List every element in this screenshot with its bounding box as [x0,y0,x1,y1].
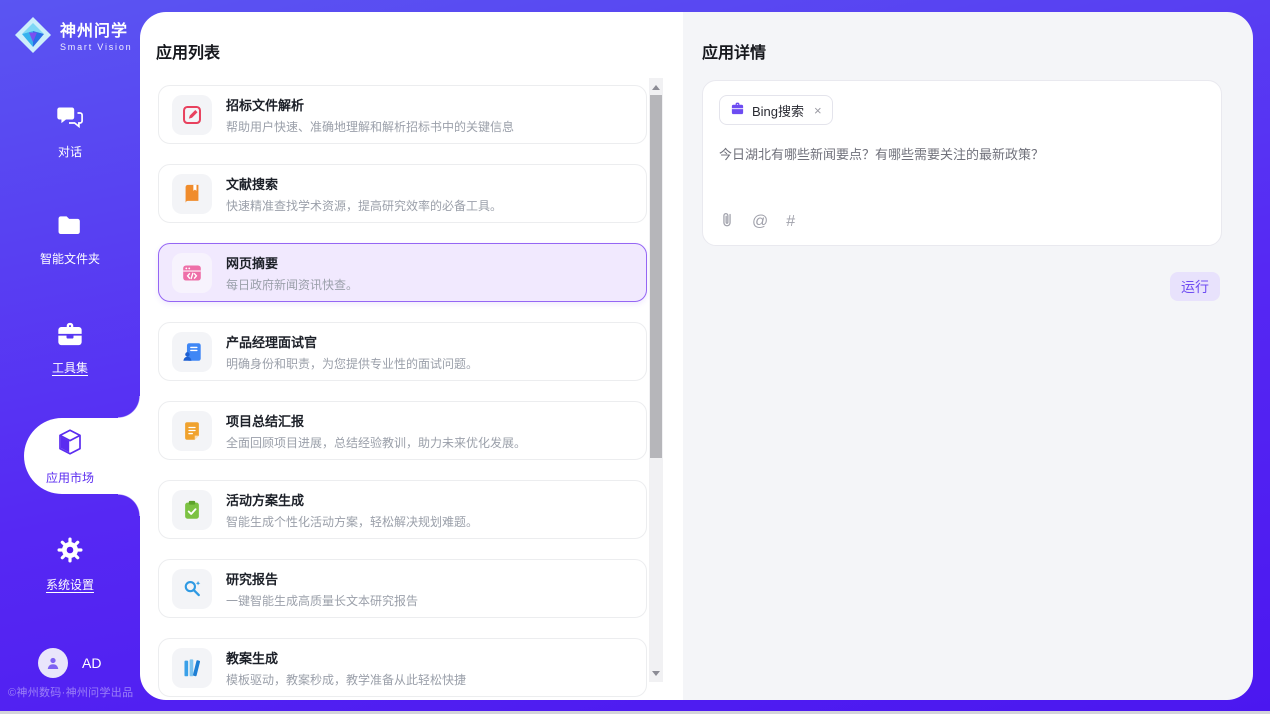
sidebar-item-settings[interactable]: 系统设置 [0,528,140,600]
content-area: 应用列表 招标文件解析 帮助用户快速、准确地理解和解析招标书中的关键信息 [140,12,1253,700]
app-name: 招标文件解析 [226,95,514,114]
hashtag-icon[interactable]: # [786,214,795,230]
user-initials: AD [82,655,101,671]
attachment-toolbar: @ # [720,211,795,233]
app-detail-panel: 应用详情 Bing搜索 × 今日湖北有哪些新闻要点？有哪些需要关注的最新政策？ [683,12,1253,700]
folder-icon [56,214,84,241]
scroll-down-arrow[interactable] [649,666,663,680]
cube-icon [55,427,85,460]
sidebar-nav: 对话 智能文件夹 工具集 [0,96,140,636]
app-card-event-plan[interactable]: 活动方案生成 智能生成个性化活动方案，轻松解决规划难题。 [158,480,647,539]
app-desc: 智能生成个性化活动方案，轻松解决规划难题。 [226,513,478,530]
app-window: 神州问学 Smart Vision 对话 [0,0,1270,714]
clipboard-check-icon [172,490,212,530]
person-doc-icon [172,332,212,372]
app-card-web-summary[interactable]: 网页摘要 每日政府新闻资讯快查。 [158,243,647,302]
copyright-text: ©神州数码·神州问学出品 [8,684,133,700]
app-card-lesson-plan[interactable]: 教案生成 模板驱动，教案秒成，教学准备从此轻松快捷 [158,638,647,697]
sidebar-item-toolset[interactable]: 工具集 [0,312,140,384]
mention-icon[interactable]: @ [752,214,768,230]
sidebar-item-label: 工具集 [52,359,88,376]
app-desc: 每日政府新闻资讯快查。 [226,276,358,293]
app-card-pm-interviewer[interactable]: 产品经理面试官 明确身份和职责，为您提供专业性的面试问题。 [158,322,647,381]
app-desc: 明确身份和职责，为您提供专业性的面试问题。 [226,355,478,372]
books-icon [172,648,212,688]
book-icon [172,174,212,214]
tool-chip-label: Bing搜索 [752,101,804,120]
user-avatar-icon [38,648,68,678]
toolbox-icon [56,321,84,350]
note-icon [172,411,212,451]
gear-icon [56,536,84,567]
app-list-title: 应用列表 [156,39,220,63]
brand-logo: 神州问学 Smart Vision [13,15,132,60]
app-desc: 帮助用户快速、准确地理解和解析招标书中的关键信息 [226,118,514,135]
app-desc: 快速精准查找学术资源，提高研究效率的必备工具。 [226,197,502,214]
app-desc: 模板驱动，教案秒成，教学准备从此轻松快捷 [226,671,466,688]
brand-name: 神州问学 [60,23,132,41]
query-input[interactable]: 今日湖北有哪些新闻要点？有哪些需要关注的最新政策？ [719,145,1205,165]
app-card-literature-search[interactable]: 文献搜索 快速精准查找学术资源，提高研究效率的必备工具。 [158,164,647,223]
magnifier-icon [172,569,212,609]
sidebar-item-smart-folders[interactable]: 智能文件夹 [0,204,140,276]
app-list-panel: 应用列表 招标文件解析 帮助用户快速、准确地理解和解析招标书中的关键信息 [140,12,683,700]
sidebar-item-label: 智能文件夹 [40,250,100,267]
briefcase-icon [730,101,745,119]
app-card-research-report[interactable]: 研究报告 一键智能生成高质量长文本研究报告 [158,559,647,618]
app-desc: 一键智能生成高质量长文本研究报告 [226,592,418,609]
sidebar-item-chat[interactable]: 对话 [0,96,140,168]
sidebar-item-label: 应用市场 [46,469,94,486]
pill-curve-bottom [118,494,140,516]
scrollbar-thumb[interactable] [650,95,662,458]
app-name: 活动方案生成 [226,490,478,509]
app-cards: 招标文件解析 帮助用户快速、准确地理解和解析招标书中的关键信息 文献搜索 快速精… [158,85,647,700]
sidebar-item-label: 系统设置 [46,576,94,593]
app-name: 教案生成 [226,648,466,667]
browser-code-icon [172,253,212,293]
user-account[interactable]: AD [38,648,101,678]
app-name: 研究报告 [226,569,418,588]
sidebar-item-app-market[interactable]: 应用市场 [0,420,140,492]
app-name: 网页摘要 [226,253,358,272]
diamond-logo-icon [13,15,53,60]
sidebar: 神州问学 Smart Vision 对话 [0,0,140,711]
app-detail-title: 应用详情 [702,39,766,63]
app-name: 项目总结汇报 [226,411,526,430]
app-name: 产品经理面试官 [226,332,478,351]
list-scrollbar[interactable] [649,78,663,682]
tool-chip-bing-search[interactable]: Bing搜索 × [719,95,833,125]
paperclip-icon[interactable] [720,211,734,233]
brand-subtitle: Smart Vision [60,42,132,52]
app-desc: 全面回顾项目进展，总结经验教训，助力未来优化发展。 [226,434,526,451]
pen-square-icon [172,95,212,135]
app-card-project-summary[interactable]: 项目总结汇报 全面回顾项目进展，总结经验教训，助力未来优化发展。 [158,401,647,460]
run-button[interactable]: 运行 [1170,272,1220,301]
chip-close-icon[interactable]: × [814,103,822,118]
app-card-bid-parse[interactable]: 招标文件解析 帮助用户快速、准确地理解和解析招标书中的关键信息 [158,85,647,144]
app-name: 文献搜索 [226,174,502,193]
chat-icon [56,105,84,134]
sidebar-item-label: 对话 [58,143,82,160]
scroll-up-arrow[interactable] [649,80,663,94]
pill-curve-top [118,396,140,418]
prompt-card: Bing搜索 × 今日湖北有哪些新闻要点？有哪些需要关注的最新政策？ @ # [702,80,1222,246]
